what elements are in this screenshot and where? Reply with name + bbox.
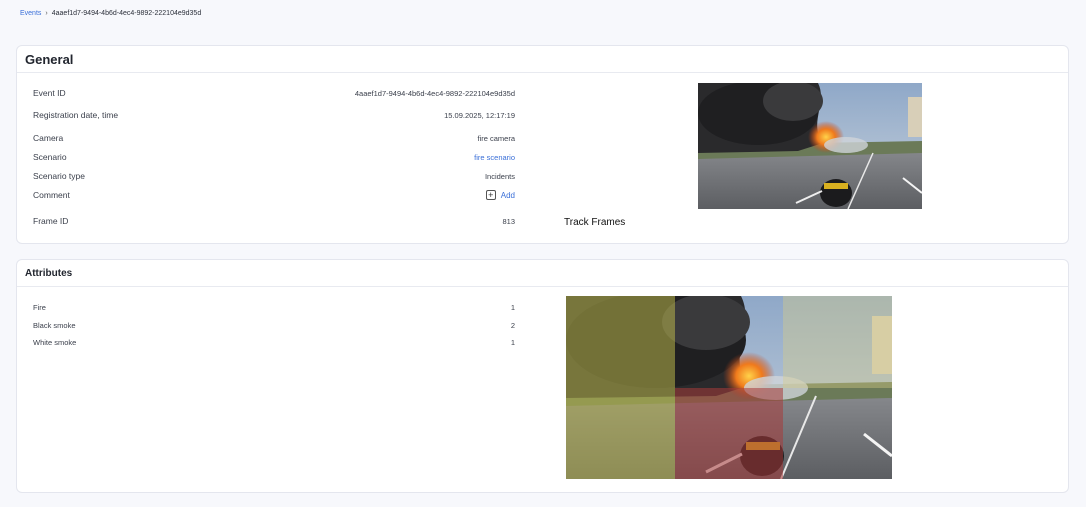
scenario-label: Scenario [33,152,67,162]
frame-id-value: 813 [502,216,515,226]
smoke-mask-region [566,296,675,479]
row-comment: Comment + Add [33,190,515,200]
row-frame-id: Frame ID 813 [33,216,515,226]
event-frame-image[interactable] [698,83,922,209]
scenario-type-value: Incidents [484,171,515,181]
breadcrumb-events-link[interactable]: Events [20,10,41,17]
scenario-link[interactable]: fire scenario [474,153,515,162]
registration-value: 15.09.2025, 12:17:19 [444,110,515,120]
general-title: General [25,51,74,67]
row-scenario: Scenario fire scenario [33,152,515,162]
camera-label: Camera [33,133,64,143]
registration-label: Registration date, time [33,110,119,120]
attributes-title: Attributes [25,267,73,279]
plus-square-icon: + [485,190,496,200]
add-comment-label: Add [500,190,515,200]
attribute-value: 1 [510,338,515,347]
breadcrumb-current: 4aaef1d7-9494-4b6d-4ec4-9892-222104e9d35… [51,10,202,17]
row-event-id: Event ID 4aaef1d7-9494-4b6d-4ec4-9892-22… [33,88,515,98]
attribute-row: Black smoke 2 [33,321,515,330]
track-frames-link[interactable]: Track Frames [564,217,625,228]
attribute-label: Black smoke [33,321,76,330]
attributes-header: Attributes [17,260,1068,287]
general-header: General [17,46,1068,73]
row-camera: Camera fire camera [33,133,515,143]
attribute-value: 2 [510,321,515,330]
row-scenario-type: Scenario type Incidents [33,171,515,181]
comment-label: Comment [33,190,70,200]
event-id-value: 4aaef1d7-9494-4b6d-4ec4-9892-222104e9d35… [354,88,515,98]
attribute-mask-image[interactable] [566,296,892,479]
attribute-label: Fire [33,303,46,312]
smoke-mask-region [783,296,892,388]
breadcrumb: Events › 4aaef1d7-9494-4b6d-4ec4-9892-22… [20,10,201,17]
attribute-row: White smoke 1 [33,338,515,347]
event-id-label: Event ID [33,88,66,98]
attribute-value: 1 [510,303,515,312]
add-comment-button[interactable]: + Add [485,190,515,200]
scenario-type-label: Scenario type [33,171,85,181]
chevron-right-icon: › [45,10,48,17]
attributes-card: Attributes Fire 1 Black smoke 2 White sm… [16,259,1069,493]
attribute-row: Fire 1 [33,303,515,312]
row-registration: Registration date, time 15.09.2025, 12:1… [33,110,515,120]
attribute-label: White smoke [33,338,77,347]
frame-id-label: Frame ID [33,216,69,226]
fire-mask-region [675,388,783,479]
camera-value: fire camera [477,133,515,143]
general-card: General Event ID 4aaef1d7-9494-4b6d-4ec4… [16,45,1069,244]
